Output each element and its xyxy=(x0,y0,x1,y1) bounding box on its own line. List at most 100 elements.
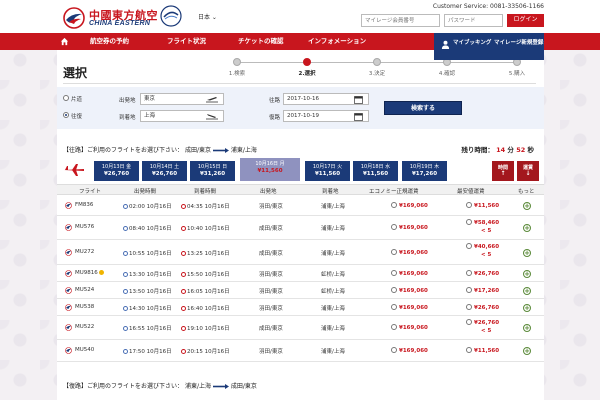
expand-plus-icon[interactable]: + xyxy=(523,249,531,257)
home-icon[interactable] xyxy=(60,37,69,46)
date-tab[interactable]: 10月17日 火 ¥11,560 xyxy=(305,161,350,181)
flight-number[interactable]: MU522 xyxy=(75,324,94,330)
fare-radio[interactable] xyxy=(466,287,472,293)
economy-fare-option[interactable]: ¥169,060 xyxy=(391,347,428,354)
sort-by-time-button[interactable]: 時間 ↑ xyxy=(492,161,514,181)
departure-time: 17:50 10月16日 xyxy=(123,347,172,355)
economy-fare-option[interactable]: ¥169,060 xyxy=(391,270,428,277)
fare-radio[interactable] xyxy=(391,304,397,310)
calendar-icon[interactable] xyxy=(354,95,363,104)
fare-radio[interactable] xyxy=(466,219,472,225)
date-tab[interactable]: 10月13日 金 ¥26,760 xyxy=(94,161,139,181)
fare-radio[interactable] xyxy=(466,319,472,325)
fare-radio[interactable] xyxy=(466,347,472,353)
table-row[interactable]: MU9816 13:30 10月16日 15:50 10月16日 羽田/東京 虹桥/上海… xyxy=(57,265,544,282)
expand-plus-icon[interactable]: + xyxy=(523,224,531,232)
flight-number[interactable]: MU538 xyxy=(75,304,94,310)
fare-radio[interactable] xyxy=(391,347,397,353)
nav-item-flight-status[interactable]: フライト状況 xyxy=(167,33,206,50)
departure-time: 13:50 10月16日 xyxy=(123,287,172,295)
date-tab-date: 10月19日 木 xyxy=(409,164,440,170)
economy-fare-option[interactable]: ¥169,060 xyxy=(391,249,428,256)
arrive-label: 到着地 xyxy=(119,115,136,121)
flight-number[interactable]: MU272 xyxy=(75,249,94,255)
fare-radio[interactable] xyxy=(391,202,397,208)
nav-item-information[interactable]: インフォメーション xyxy=(308,33,366,50)
member-number-input[interactable] xyxy=(361,14,440,27)
lowest-fare-option[interactable]: ¥26,760 xyxy=(466,319,499,326)
table-row[interactable]: MU522 16:55 10月16日 19:10 10月16日 成田/東京 浦東/上海 ¥… xyxy=(57,316,544,340)
expand-plus-icon[interactable]: + xyxy=(523,304,531,312)
language-selector[interactable]: 日本 ⌄ xyxy=(198,12,217,21)
origin: 羽田/東京 xyxy=(259,204,283,210)
fare-radio[interactable] xyxy=(391,249,397,255)
nav-item-ticket-check[interactable]: チケットの確認 xyxy=(238,33,284,50)
second-unit: 秒 xyxy=(527,146,535,154)
economy-fare-option[interactable]: ¥169,060 xyxy=(391,324,428,331)
fare-radio[interactable] xyxy=(466,202,472,208)
lowest-fare-option[interactable]: ¥58,460 xyxy=(466,219,499,226)
my-booking-panel[interactable]: マイブッキング マイレージ新規登録 xyxy=(434,33,544,60)
lowest-fare-option[interactable]: ¥26,760 xyxy=(466,304,499,311)
login-button[interactable]: ログイン xyxy=(507,14,544,27)
expand-plus-icon[interactable]: + xyxy=(523,270,531,278)
expand-plus-icon[interactable]: + xyxy=(523,287,531,295)
lowest-fare-option[interactable]: ¥40,660 xyxy=(466,243,499,250)
password-input[interactable] xyxy=(444,14,503,27)
sort-by-fare-button[interactable]: 運賃 ↓ xyxy=(517,161,539,181)
flight-number[interactable]: MU540 xyxy=(75,347,94,353)
oneway-radio[interactable] xyxy=(63,95,69,101)
my-booking-label[interactable]: マイブッキング xyxy=(453,38,491,46)
fare-radio[interactable] xyxy=(466,243,472,249)
flight-number[interactable]: MU524 xyxy=(75,287,94,293)
fare-radio[interactable] xyxy=(391,287,397,293)
roundtrip-radio[interactable] xyxy=(63,112,69,118)
lowest-fare-price: ¥40,660 xyxy=(474,244,500,250)
calendar-icon[interactable] xyxy=(354,112,363,121)
lowest-fare-option[interactable]: ¥26,760 xyxy=(466,270,499,277)
flight-number[interactable]: MU576 xyxy=(75,224,94,230)
table-row[interactable]: MU272 10:55 10月16日 13:25 10月16日 成田/東京 浦東/上海 ¥… xyxy=(57,240,544,265)
expand-plus-icon[interactable]: + xyxy=(523,324,531,332)
search-button[interactable]: 検索する xyxy=(384,101,462,115)
remaining-time: 残り時間： 14 分 52 秒 xyxy=(461,144,534,154)
mileage-signup-link[interactable]: マイレージ新規登録 xyxy=(494,38,543,46)
arrow-right-icon xyxy=(212,148,229,153)
lowest-fare-option[interactable]: ¥17,260 xyxy=(466,287,499,294)
economy-fare-option[interactable]: ¥169,060 xyxy=(391,202,428,209)
sort-down-arrow-icon: ↓ xyxy=(525,170,531,177)
economy-fare-option[interactable]: ¥169,060 xyxy=(391,224,428,231)
airline-logo[interactable]: 中國東方航空 CHINA EASTERN xyxy=(62,6,158,30)
date-tab-selected[interactable]: 10月16日 月 ¥11,560 xyxy=(240,158,300,181)
expand-plus-icon[interactable]: + xyxy=(523,347,531,355)
table-row[interactable]: MU540 17:50 10月16日 20:15 10月16日 羽田/東京 浦東/上海 ¥… xyxy=(57,340,544,362)
date-tab[interactable]: 10月19日 木 ¥17,260 xyxy=(402,161,447,181)
departure-time-text: 17:50 10月16日 xyxy=(129,349,172,355)
lowest-fare-option[interactable]: ¥11,560 xyxy=(466,202,499,209)
date-tab[interactable]: 10月15日 日 ¥31,260 xyxy=(190,161,235,181)
table-row[interactable]: MU524 13:50 10月16日 16:05 10月16日 羽田/東京 虹桥/上海 ¥… xyxy=(57,282,544,299)
fare-radio[interactable] xyxy=(466,270,472,276)
table-row[interactable]: FM836 02:00 10月16日 04:35 10月16日 羽田/東京 浦東/上海 ¥… xyxy=(57,195,544,216)
col-flight: フライト xyxy=(79,189,102,195)
fare-radio[interactable] xyxy=(391,324,397,330)
fare-radio[interactable] xyxy=(391,224,397,230)
outbound-from: 成田/東京 xyxy=(184,147,211,154)
fare-radio[interactable] xyxy=(466,304,472,310)
expand-plus-icon[interactable]: + xyxy=(523,202,531,210)
step-label: 3.決定 xyxy=(368,71,386,77)
economy-fare-option[interactable]: ¥169,060 xyxy=(391,304,428,311)
arrival-time-text: 19:10 10月16日 xyxy=(187,326,230,332)
flight-number[interactable]: FM836 xyxy=(75,202,93,208)
sort-up-arrow-icon: ↑ xyxy=(500,170,506,177)
lowest-fare-option[interactable]: ¥11,560 xyxy=(466,347,499,354)
date-tab[interactable]: 10月18日 水 ¥11,560 xyxy=(353,161,398,181)
nav-item-booking[interactable]: 航空券の予約 xyxy=(90,33,129,50)
table-row[interactable]: MU538 14:30 10月16日 16:40 10月16日 羽田/東京 浦東/上海 ¥… xyxy=(57,299,544,316)
fare-radio[interactable] xyxy=(391,270,397,276)
economy-fare-option[interactable]: ¥169,060 xyxy=(391,287,428,294)
flight-number[interactable]: MU9816 xyxy=(75,270,104,276)
lowest-fare-price: ¥26,760 xyxy=(474,271,500,277)
date-tab[interactable]: 10月14日 土 ¥26,760 xyxy=(142,161,187,181)
table-row[interactable]: MU576 08:40 10月16日 10:40 10月16日 成田/東京 浦東/上海 ¥… xyxy=(57,216,544,240)
